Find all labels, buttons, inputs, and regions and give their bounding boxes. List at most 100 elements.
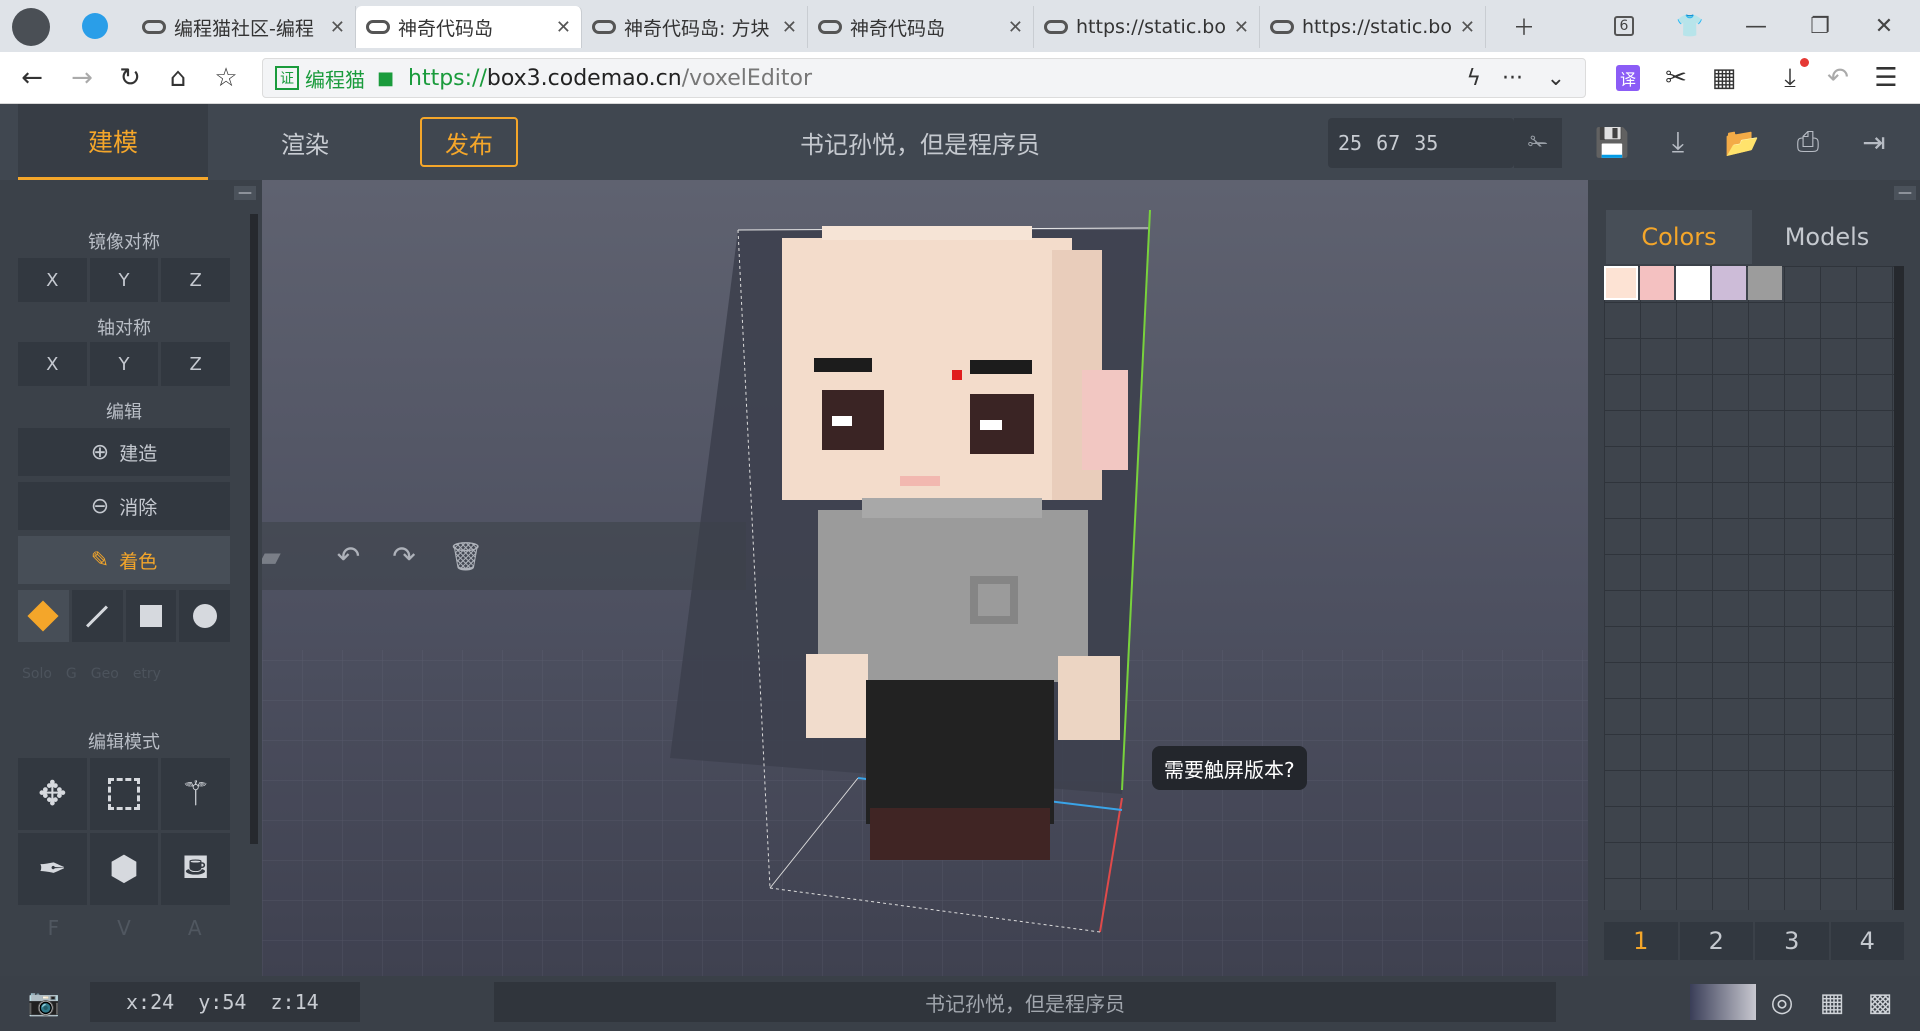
- axis-x-button[interactable]: X: [18, 342, 87, 386]
- edit-mode-grid: ✥ ⚚ ✒ ⬢ ⛾: [18, 758, 230, 905]
- open-folder-icon[interactable]: 📂: [1722, 122, 1762, 162]
- page-4-button[interactable]: 4: [1830, 922, 1904, 960]
- tab-4[interactable]: https://static.bo ✕: [1034, 6, 1260, 48]
- telegram-icon[interactable]: [82, 13, 108, 39]
- ungroup-icon[interactable]: ▰: [262, 540, 281, 573]
- project-title[interactable]: 书记孙悦，但是程序员: [700, 104, 1140, 180]
- line-tool[interactable]: [71, 590, 123, 642]
- fill-bucket-icon[interactable]: ⛾: [161, 833, 230, 905]
- print-icon[interactable]: ⎙: [1788, 122, 1828, 162]
- close-icon[interactable]: ✕: [1008, 17, 1023, 38]
- move-icon[interactable]: ✥: [18, 758, 87, 830]
- publish-button[interactable]: 发布: [420, 117, 518, 167]
- tab-model[interactable]: 建模: [18, 104, 208, 180]
- rectangle-tool[interactable]: [125, 590, 177, 642]
- color-swatch[interactable]: [1748, 266, 1782, 300]
- box-select-icon[interactable]: [89, 758, 159, 830]
- page-3-button[interactable]: 3: [1755, 922, 1829, 960]
- reset-view-icon[interactable]: ◎: [1764, 986, 1800, 1020]
- mirror-y-button[interactable]: Y: [89, 258, 159, 302]
- voxel-cube-tool[interactable]: [18, 590, 69, 642]
- close-icon[interactable]: ✕: [556, 17, 571, 38]
- coord-y: 67: [1376, 131, 1401, 155]
- color-swatch[interactable]: [1604, 266, 1638, 300]
- collapse-right-button[interactable]: —: [1894, 186, 1916, 200]
- mirror-buttons: X Y Z: [18, 258, 231, 302]
- forward-button[interactable]: →: [64, 60, 100, 96]
- close-icon[interactable]: ✕: [330, 17, 345, 38]
- tab-1-active[interactable]: 神奇代码岛 ✕: [356, 6, 582, 48]
- flash-icon[interactable]: ϟ: [1466, 66, 1481, 91]
- magic-wand-icon[interactable]: ⚚: [161, 758, 230, 830]
- close-icon[interactable]: ✕: [782, 17, 797, 38]
- close-icon[interactable]: ✕: [1460, 17, 1475, 38]
- browser-logo-icon[interactable]: [12, 8, 50, 46]
- new-tab-button[interactable]: ＋: [1502, 8, 1546, 44]
- v-label[interactable]: V: [89, 916, 160, 940]
- save-icon[interactable]: 💾: [1592, 122, 1632, 162]
- close-icon[interactable]: ✕: [1234, 17, 1249, 38]
- back-button[interactable]: ←: [14, 60, 50, 96]
- chevron-down-icon[interactable]: ⌄: [1547, 66, 1565, 91]
- palette-grid[interactable]: [1604, 266, 1894, 910]
- download-model-icon[interactable]: ⤓: [1658, 122, 1698, 162]
- mirror-z-button[interactable]: Z: [161, 258, 231, 302]
- menu-icon[interactable]: ☰: [1868, 60, 1904, 96]
- color-swatch[interactable]: [1640, 266, 1674, 300]
- reload-button[interactable]: ↻: [112, 60, 148, 96]
- restore-button[interactable]: ❐: [1798, 8, 1842, 44]
- color-swatch[interactable]: [1676, 266, 1710, 300]
- clear-selection-icon[interactable]: ⬢: [89, 833, 159, 905]
- page-2-button[interactable]: 2: [1679, 922, 1753, 960]
- scissors-icon[interactable]: ✂: [1658, 60, 1694, 96]
- palette-scrollbar[interactable]: [1894, 266, 1904, 910]
- touch-version-prompt[interactable]: 需要触屏版本?: [1152, 746, 1307, 790]
- page-1-button[interactable]: 1: [1604, 922, 1678, 960]
- left-scrollbar[interactable]: [250, 214, 258, 844]
- fine-grid-icon[interactable]: ▩: [1862, 986, 1898, 1020]
- paint-button[interactable]: ✎ 着色: [18, 536, 230, 584]
- more-icon[interactable]: ···: [1502, 66, 1523, 91]
- tab-models[interactable]: Models: [1754, 210, 1900, 264]
- tab-0[interactable]: 编程猫社区-编程 ✕: [132, 6, 356, 48]
- undo-icon[interactable]: ↶: [337, 540, 360, 573]
- left-tool-panel: — 镜像对称 X Y Z 轴对称 X Y Z 编辑 ⊕ 建造 ⊖ 消除 ✎ 着色: [0, 180, 262, 976]
- trash-icon[interactable]: 🗑: [448, 540, 484, 573]
- tab-5[interactable]: https://static.bo ✕: [1260, 6, 1486, 48]
- 3d-viewport[interactable]: ❐ ☑ ⊠ ▰ ▰ ↶ ↷ 🗑 需要触屏版本?: [262, 180, 1588, 976]
- f-label[interactable]: F: [18, 916, 89, 940]
- favorites-icon[interactable]: ☆: [208, 60, 244, 96]
- tab-render[interactable]: 渲染: [230, 104, 380, 180]
- redo-icon[interactable]: ↷: [392, 540, 415, 573]
- undo-browser-icon[interactable]: ↶: [1820, 60, 1856, 96]
- exit-icon[interactable]: ⇥: [1854, 122, 1894, 162]
- skin-icon[interactable]: 👕: [1668, 8, 1712, 44]
- translate-extension-icon[interactable]: 译: [1610, 60, 1646, 96]
- axis-z-button[interactable]: Z: [161, 342, 231, 386]
- color-swatch[interactable]: [1712, 266, 1746, 300]
- eyedropper-icon[interactable]: ✒: [18, 833, 87, 905]
- tab-colors[interactable]: Colors: [1606, 210, 1752, 264]
- window-close-button[interactable]: ✕: [1862, 8, 1906, 44]
- a-label[interactable]: A: [159, 916, 230, 940]
- address-bar[interactable]: 证 编程猫 ■ https:// box3.codemao.cn /voxelE…: [262, 58, 1586, 98]
- home-icon[interactable]: ⌂: [160, 60, 196, 96]
- mirror-x-button[interactable]: X: [18, 258, 87, 302]
- background-gradient-swatch[interactable]: [1690, 984, 1756, 1020]
- grid-toggle-icon[interactable]: ▦: [1814, 986, 1850, 1020]
- tab-2[interactable]: 神奇代码岛: 方块 ✕: [582, 6, 808, 48]
- axis-y-button[interactable]: Y: [89, 342, 159, 386]
- tab-3[interactable]: 神奇代码岛 ✕: [808, 6, 1034, 48]
- coord-z: 35: [1414, 131, 1439, 155]
- tab-count-badge[interactable]: 6: [1602, 8, 1646, 44]
- apps-grid-icon[interactable]: ▦: [1706, 60, 1742, 96]
- pick-position-icon[interactable]: ✁: [1514, 118, 1562, 168]
- ghost-solo: Solo: [22, 666, 52, 682]
- erase-button[interactable]: ⊖ 消除: [18, 482, 230, 530]
- tab-label: 神奇代码岛: [398, 17, 494, 40]
- build-button[interactable]: ⊕ 建造: [18, 428, 230, 476]
- collapse-left-button[interactable]: —: [234, 186, 256, 200]
- sphere-tool[interactable]: [179, 590, 230, 642]
- camera-icon[interactable]: 📷: [26, 986, 62, 1020]
- minimize-button[interactable]: —: [1734, 8, 1778, 44]
